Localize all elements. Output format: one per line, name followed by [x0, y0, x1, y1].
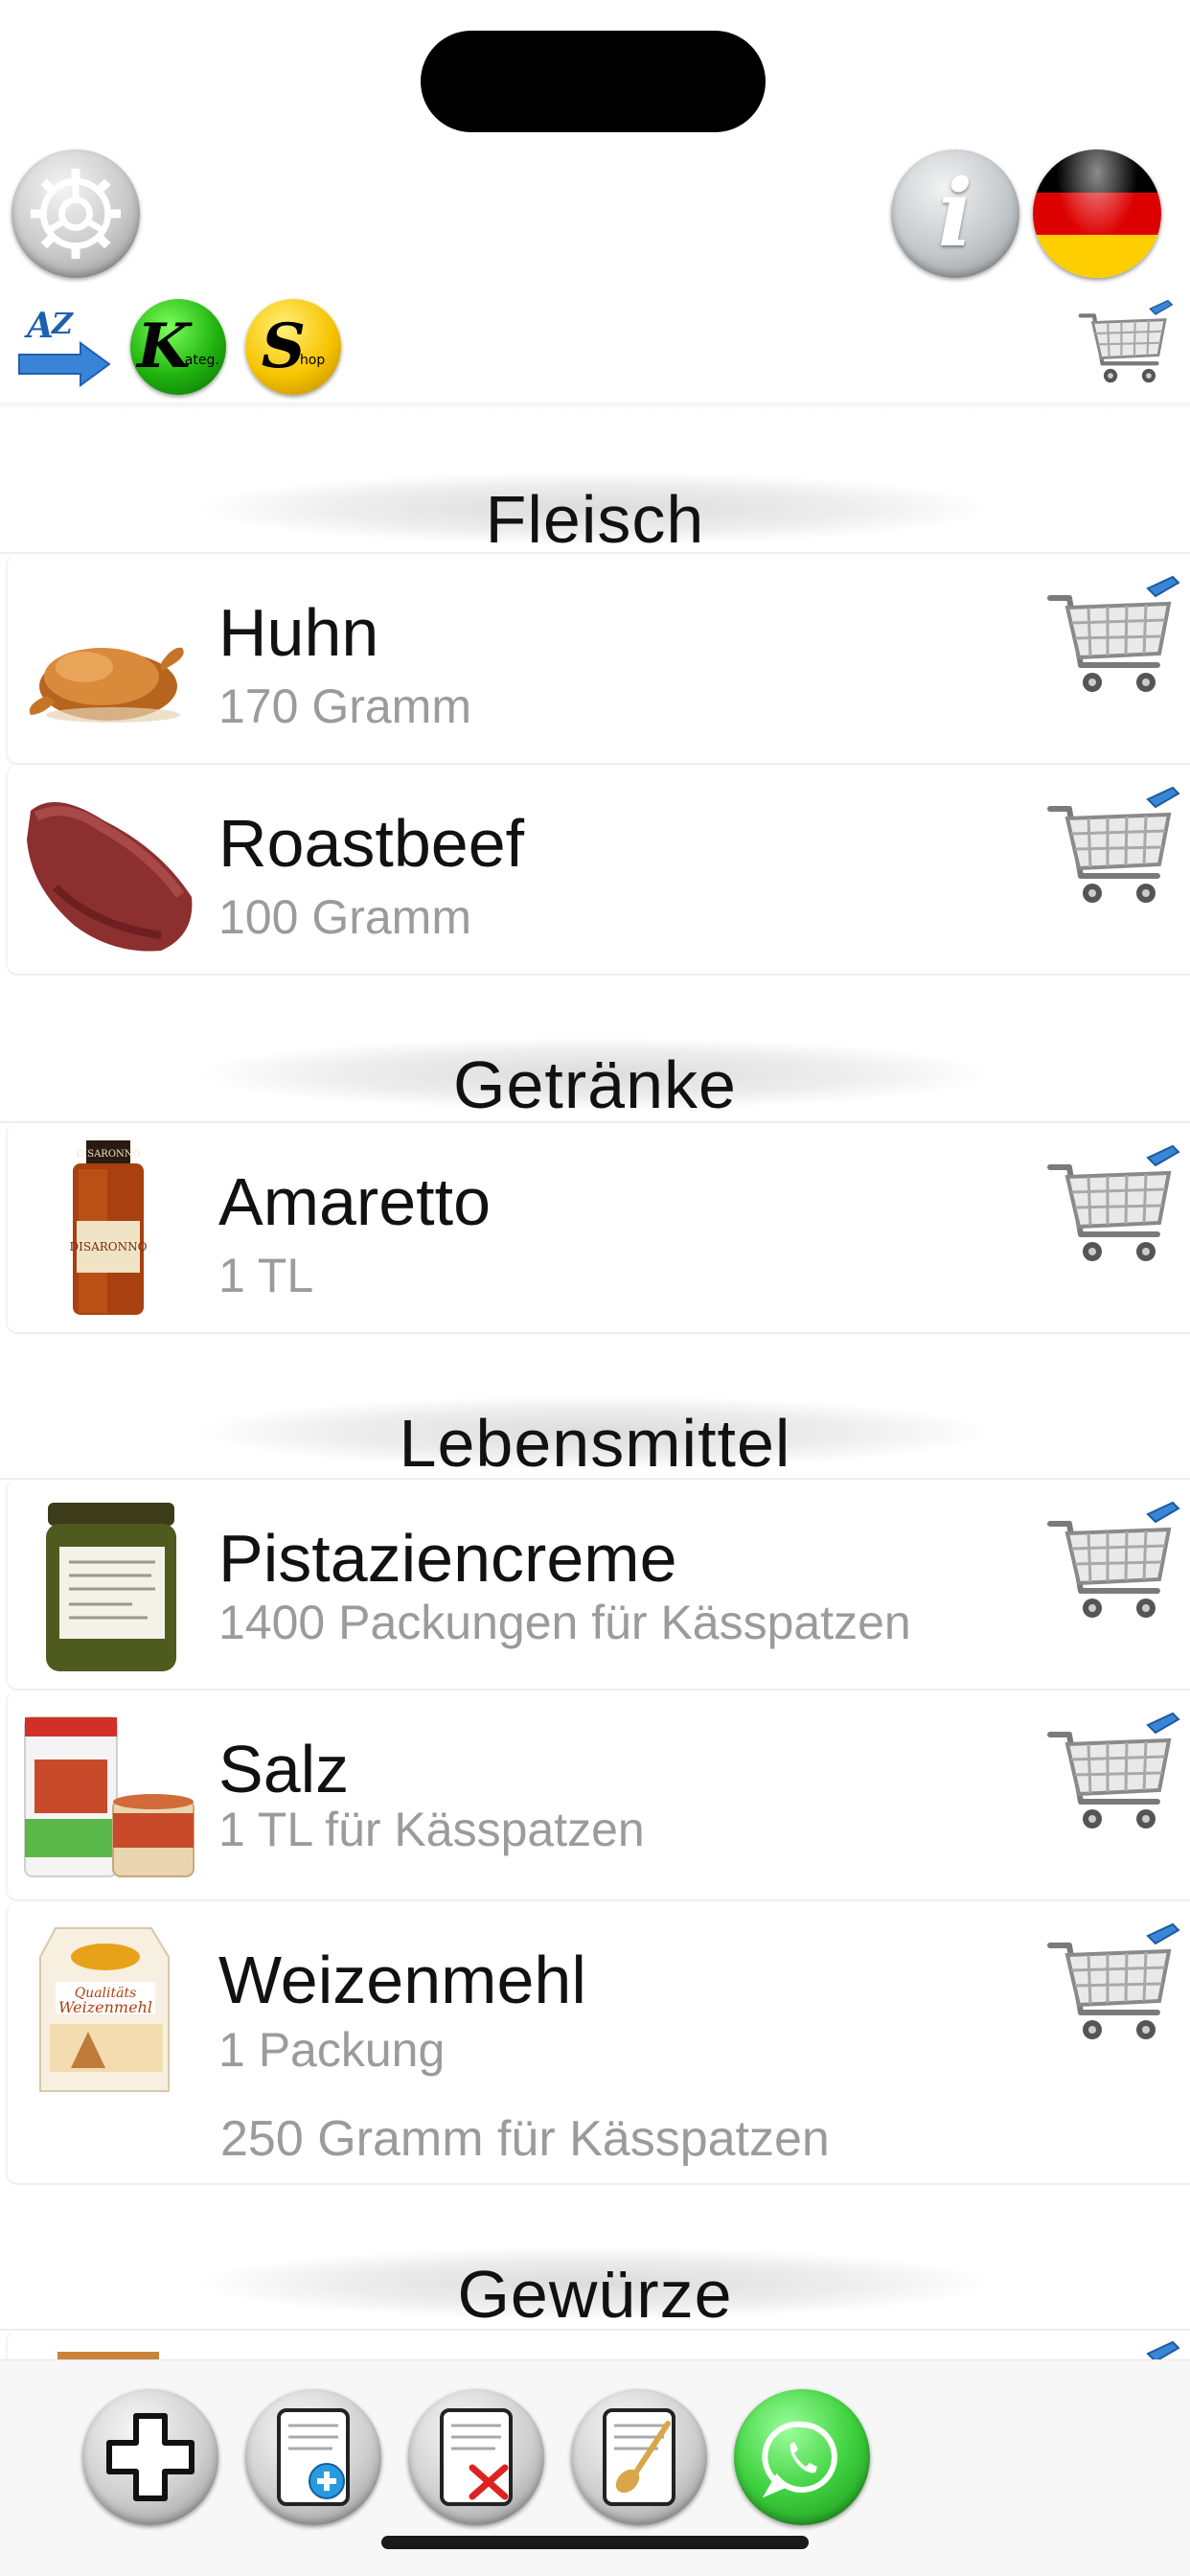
add-recipe-icon [277, 2408, 350, 2506]
section-title: Lebensmittel [399, 1406, 791, 1481]
svg-text:Z: Z [51, 308, 74, 341]
flour-package-image: Qualitäts Weizenmehl [39, 1927, 170, 2092]
item-quantity: 100 Gramm [218, 890, 471, 944]
item-name: Huhn [218, 595, 379, 670]
home-indicator [381, 2536, 809, 2549]
add-to-cart-icon[interactable] [1042, 780, 1182, 920]
whatsapp-icon [762, 2421, 837, 2498]
section-header: Fleisch [0, 410, 1190, 557]
item-quantity: 170 Gramm [218, 679, 471, 733]
roastbeef-image [27, 802, 193, 952]
category-sub: ateg. [184, 353, 219, 368]
item-name: Salz [218, 1732, 350, 1806]
chicken-image [29, 647, 184, 723]
brand-label-bottle: DISARONNO [70, 1240, 148, 1254]
add-to-cart-icon[interactable] [1042, 569, 1182, 709]
language-button[interactable] [1033, 150, 1161, 278]
item-name: Weizenmehl [218, 1943, 586, 2017]
shopping-list-screen: i A Z K ateg. S hop Fleisch Huhn 170 Gra… [0, 0, 1190, 2576]
list-item[interactable]: DISARONNO DISARONNO Amaretto 1 TL [6, 1123, 1190, 1334]
az-sort-icon[interactable]: A Z [13, 295, 113, 395]
list-item[interactable]: Pistaziencreme 1400 Packungen für Kässpa… [6, 1480, 1190, 1690]
info-icon: i [937, 159, 973, 267]
toolbar-divider [0, 402, 1190, 410]
amaretto-bottle-image: DISARONNO DISARONNO [70, 1140, 148, 1315]
category-filter-button[interactable]: K ateg. [130, 299, 226, 395]
item-name: Pistaziencreme [218, 1521, 677, 1596]
brand-label: DISARONNO [76, 1149, 140, 1160]
shop-filter-button[interactable]: S hop [245, 299, 341, 395]
gear-icon [30, 168, 122, 260]
add-to-cart-icon[interactable] [1042, 1917, 1182, 2057]
item-name: Roastbeef [218, 806, 525, 881]
salt-tins-image [24, 1716, 195, 1877]
list-item[interactable]: Roastbeef 100 Gramm [6, 765, 1190, 976]
add-to-cart-icon[interactable] [1042, 1706, 1182, 1846]
pistachio-jar-image [46, 1503, 176, 1671]
item-quantity: 1 TL für Kässpatzen [218, 1803, 645, 1856]
shop-letter: S [261, 310, 306, 382]
shop-sub: hop [299, 353, 326, 368]
section-title: Fleisch [485, 482, 705, 557]
add-recipe-button[interactable] [245, 2389, 381, 2525]
add-to-cart-icon[interactable] [1042, 1138, 1182, 1278]
recipe-button[interactable] [571, 2389, 707, 2525]
svg-text:Weizenmehl: Weizenmehl [58, 1998, 152, 2016]
add-to-cart-icon[interactable] [1042, 1495, 1182, 1635]
svg-text:A: A [24, 306, 54, 346]
plus-icon [106, 2413, 195, 2501]
item-recipe-quantity: 250 Gramm für Kässpatzen [220, 2111, 830, 2167]
section-header: Lebensmittel [0, 1334, 1190, 1481]
delete-recipe-button[interactable] [408, 2389, 544, 2525]
shopping-cart-icon[interactable] [1075, 295, 1175, 395]
delete-recipe-icon [440, 2408, 513, 2506]
recipe-spoon-icon [603, 2408, 675, 2506]
item-quantity: 1 TL [218, 1249, 314, 1302]
add-item-button[interactable] [82, 2389, 218, 2525]
item-quantity: 1 Packung [218, 2023, 446, 2077]
section-title: Getränke [453, 1047, 737, 1122]
share-whatsapp-button[interactable] [734, 2389, 870, 2525]
section-title: Gewürze [457, 2257, 733, 2332]
shopping-list: Fleisch Huhn 170 Gramm Roastbeef 100 Gra… [0, 410, 1190, 2388]
section-header: Gewürze [0, 2185, 1190, 2332]
info-button[interactable]: i [891, 150, 1019, 278]
category-letter: K [137, 310, 191, 382]
dynamic-island [421, 31, 766, 132]
item-name: Amaretto [218, 1164, 491, 1239]
list-item[interactable]: Salz 1 TL für Kässpatzen [6, 1690, 1190, 1901]
item-quantity: 1400 Packungen für Kässpatzen [218, 1596, 911, 1649]
settings-button[interactable] [11, 150, 140, 278]
list-item[interactable]: Qualitäts Weizenmehl Weizenmehl 1 Packun… [6, 1901, 1190, 2185]
section-header: Getränke [0, 976, 1190, 1123]
list-item[interactable]: Huhn 170 Gramm [6, 554, 1190, 765]
